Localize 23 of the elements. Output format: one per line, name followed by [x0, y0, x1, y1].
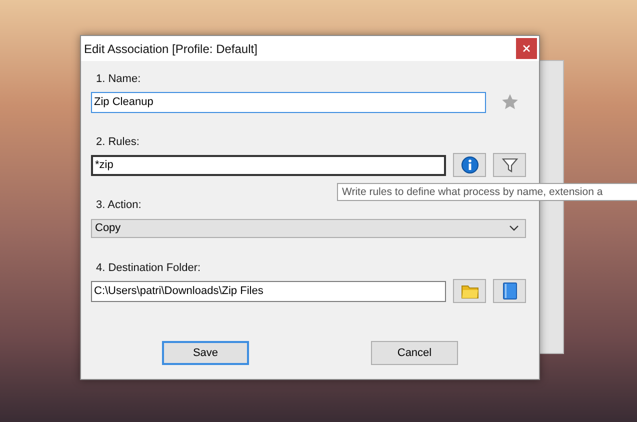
star-icon[interactable]: [500, 93, 518, 111]
dropdown[interactable]: Copy: [91, 218, 526, 238]
info-icon: [460, 156, 478, 174]
window-title: Edit Association [Profile: Default]: [84, 42, 258, 56]
chevron-down-icon: [509, 225, 519, 231]
field-label: 2. Rules:: [96, 136, 140, 148]
field-label: 3. Action:: [96, 199, 142, 211]
tooltip: Write rules to define what process by name, extension a: [337, 183, 637, 201]
dialog-button[interactable]: Save: [162, 341, 249, 365]
close-icon: [523, 45, 530, 52]
book-button[interactable]: [493, 279, 526, 303]
folder-icon: [460, 283, 478, 299]
filter-button[interactable]: [493, 153, 526, 177]
book-icon: [502, 282, 518, 300]
text-field[interactable]: Zip Cleanup: [91, 92, 486, 112]
close-button[interactable]: [516, 38, 537, 59]
info-button[interactable]: [453, 153, 486, 177]
field-label: 1. Name:: [96, 73, 141, 85]
text-field[interactable]: *zip: [91, 154, 446, 176]
field-label: 4. Destination Folder:: [96, 262, 201, 274]
text-field[interactable]: C:\Users\patri\Downloads\Zip Files: [91, 280, 446, 302]
funnel-icon: [500, 156, 518, 174]
dialog-button[interactable]: Cancel: [371, 341, 458, 365]
